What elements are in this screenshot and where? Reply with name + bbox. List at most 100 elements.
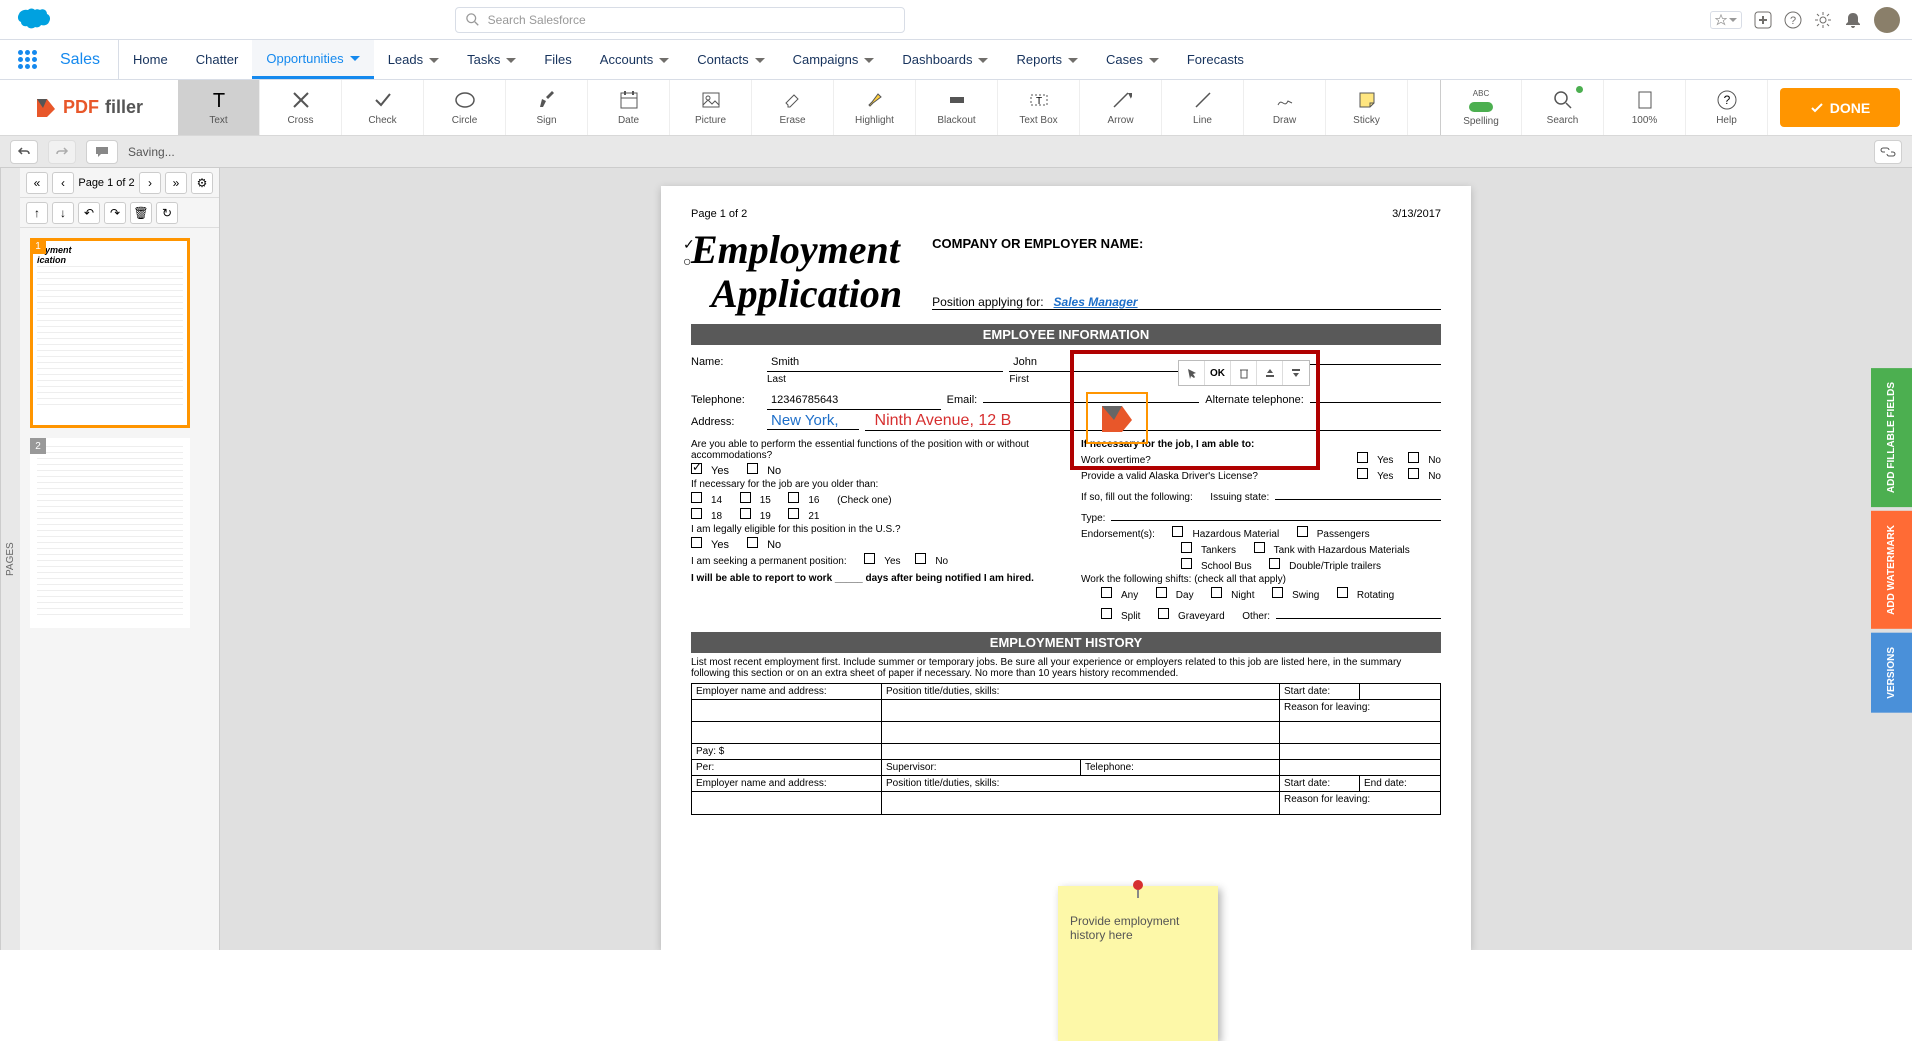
tab-contacts[interactable]: Contacts — [683, 40, 778, 79]
salesforce-nav: Sales Home Chatter Opportunities Leads T… — [0, 40, 1912, 80]
inserted-image[interactable] — [1086, 392, 1148, 444]
page-thumbnail-1[interactable]: 1 loymentication — [30, 238, 190, 428]
tab-files[interactable]: Files — [530, 40, 585, 79]
tool-zoom[interactable]: 100% — [1604, 80, 1686, 135]
tab-leads[interactable]: Leads — [374, 40, 453, 79]
svg-text:?: ? — [1723, 93, 1730, 107]
tool-help[interactable]: ?Help — [1686, 80, 1768, 135]
tool-sticky[interactable]: Sticky — [1326, 80, 1408, 135]
tool-search[interactable]: Search — [1522, 80, 1604, 135]
tool-picture[interactable]: Picture — [670, 80, 752, 135]
tool-text[interactable]: TText — [178, 80, 260, 135]
tool-check[interactable]: Check — [342, 80, 424, 135]
tab-reports[interactable]: Reports — [1002, 40, 1092, 79]
salesforce-topbar: Search Salesforce ? — [0, 0, 1912, 40]
rotate-cw-button[interactable]: ↷ — [104, 202, 126, 224]
tool-blackout[interactable]: Blackout — [916, 80, 998, 135]
add-icon[interactable] — [1754, 11, 1772, 29]
bullet-markers: ✓○ — [683, 236, 695, 269]
app-launcher-icon[interactable] — [12, 40, 42, 79]
move-up-button[interactable]: ↑ — [26, 202, 48, 224]
image-annotation-highlight: OK — [1070, 350, 1320, 470]
main-area: PAGES « ‹ Page 1 of 2 › » ⚙ ↑ ↓ ↶ ↷ 🗑 ↻ … — [0, 168, 1912, 950]
tool-draw[interactable]: Draw — [1244, 80, 1326, 135]
chevron-down-icon — [350, 53, 360, 63]
telephone-field[interactable]: 12346785643 — [767, 394, 941, 410]
search-input[interactable]: Search Salesforce — [455, 7, 905, 33]
side-tab-watermark[interactable]: ADD WATERMARK — [1871, 511, 1912, 629]
checkbox-essential-no[interactable] — [747, 463, 758, 474]
pdffiller-logo: PDFfiller — [0, 80, 178, 135]
side-tab-fillable-fields[interactable]: ADD FILLABLE FIELDS — [1871, 368, 1912, 507]
first-page-button[interactable]: « — [26, 172, 48, 194]
help-icon[interactable]: ? — [1784, 11, 1802, 29]
tab-cases[interactable]: Cases — [1092, 40, 1173, 79]
page-sidebar: « ‹ Page 1 of 2 › » ⚙ ↑ ↓ ↶ ↷ 🗑 ↻ 1 loym… — [20, 168, 220, 950]
favorites-dropdown[interactable] — [1710, 11, 1742, 29]
tool-spelling[interactable]: ABCSpelling — [1440, 80, 1522, 135]
tool-line[interactable]: Line — [1162, 80, 1244, 135]
rotate-ccw-button[interactable]: ↶ — [78, 202, 100, 224]
tool-highlight[interactable]: Highlight — [834, 80, 916, 135]
tab-opportunities[interactable]: Opportunities — [252, 40, 373, 79]
last-page-button[interactable]: » — [165, 172, 187, 194]
done-button[interactable]: DONE — [1780, 88, 1900, 127]
topbar-actions: ? — [1710, 7, 1900, 33]
tab-tasks[interactable]: Tasks — [453, 40, 530, 79]
move-down-button[interactable]: ↓ — [52, 202, 74, 224]
status-text: Saving... — [128, 145, 175, 159]
tab-chatter[interactable]: Chatter — [182, 40, 253, 79]
delete-page-button[interactable]: 🗑 — [130, 202, 152, 224]
section-employee-info: EMPLOYEE INFORMATION — [691, 324, 1441, 345]
tool-erase[interactable]: Erase — [752, 80, 834, 135]
position-label: Position applying for: — [932, 295, 1043, 309]
salesforce-logo — [12, 6, 52, 34]
side-tab-versions[interactable]: VERSIONS — [1871, 633, 1912, 713]
img-tool-scale-up[interactable] — [1257, 361, 1283, 385]
reset-page-button[interactable]: ↻ — [156, 202, 178, 224]
pin-icon — [1128, 878, 1148, 898]
app-name: Sales — [42, 40, 119, 79]
img-tool-delete[interactable] — [1231, 361, 1257, 385]
next-page-button[interactable]: › — [139, 172, 161, 194]
pdffiller-toolbar: PDFfiller TText Cross Check Circle Sign … — [0, 80, 1912, 136]
prev-page-button[interactable]: ‹ — [52, 172, 74, 194]
doc-title-2: Application — [691, 272, 902, 316]
status-bar: Saving... — [0, 136, 1912, 168]
sticky-note[interactable]: Provide employment history here — [1058, 886, 1218, 1041]
notifications-icon[interactable] — [1844, 11, 1862, 29]
position-value[interactable]: Sales Manager — [1054, 295, 1138, 309]
last-name-field[interactable]: Smith — [767, 356, 1003, 372]
tool-circle[interactable]: Circle — [424, 80, 506, 135]
tool-arrow[interactable]: Arrow — [1080, 80, 1162, 135]
tab-accounts[interactable]: Accounts — [586, 40, 683, 79]
undo-button[interactable] — [10, 140, 38, 164]
tab-home[interactable]: Home — [119, 40, 182, 79]
img-tool-scale-down[interactable] — [1283, 361, 1309, 385]
tool-date[interactable]: Date — [588, 80, 670, 135]
checkbox-essential-yes[interactable] — [691, 463, 702, 474]
document-canvas[interactable]: Page 1 of 2 3/13/2017 ✓○ Employment Appl… — [220, 168, 1912, 950]
page-thumbnail-2[interactable]: 2 — [30, 438, 190, 628]
company-label: COMPANY OR EMPLOYER NAME: — [932, 228, 1441, 251]
alt-telephone-field[interactable] — [1310, 387, 1441, 403]
redo-button[interactable] — [48, 140, 76, 164]
tool-textbox[interactable]: TText Box — [998, 80, 1080, 135]
svg-text:T: T — [1035, 96, 1041, 107]
comment-button[interactable] — [86, 140, 118, 164]
pages-tab[interactable]: PAGES — [0, 168, 20, 950]
page-settings-button[interactable]: ⚙ — [191, 172, 213, 194]
tool-sign[interactable]: Sign — [506, 80, 588, 135]
user-avatar[interactable] — [1874, 7, 1900, 33]
settings-icon[interactable] — [1814, 11, 1832, 29]
link-button[interactable] — [1874, 140, 1902, 164]
img-tool-cursor[interactable] — [1179, 361, 1205, 385]
img-tool-ok[interactable]: OK — [1205, 361, 1231, 385]
svg-text:T: T — [212, 90, 224, 111]
address-city[interactable]: New York, — [767, 412, 859, 430]
tab-campaigns[interactable]: Campaigns — [779, 40, 889, 79]
section-employment-history: EMPLOYMENT HISTORY — [691, 632, 1441, 653]
tab-forecasts[interactable]: Forecasts — [1173, 40, 1258, 79]
tool-cross[interactable]: Cross — [260, 80, 342, 135]
tab-dashboards[interactable]: Dashboards — [888, 40, 1002, 79]
